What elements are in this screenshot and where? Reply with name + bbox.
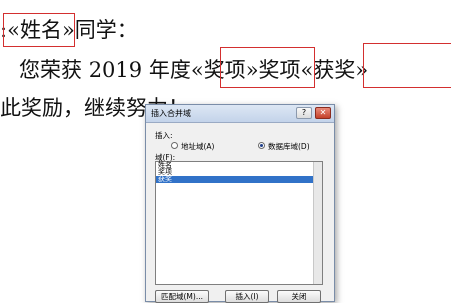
line1-suffix: 同学：	[74, 18, 138, 42]
field-highlight-award-item	[220, 47, 315, 88]
match-fields-button[interactable]: 匹配域(M)...	[155, 290, 209, 303]
close-icon[interactable]: ✕	[315, 107, 331, 119]
field-highlight-name	[3, 13, 75, 47]
list-item-selected[interactable]: 获奖	[156, 176, 322, 183]
insert-button[interactable]: 插入(I)	[225, 290, 269, 303]
document-line-2: 您荣获 2019 年度«奖项»奖项«获奖»	[19, 57, 368, 83]
line2-mid: 年度	[148, 58, 191, 82]
address-field-radio[interactable]	[171, 142, 178, 149]
line2-year: 2019	[88, 58, 143, 82]
list-item[interactable]: 姓名	[156, 162, 322, 169]
field-highlight-award-type	[363, 43, 451, 88]
dialog-titlebar[interactable]: 插入合并域 ? ✕	[146, 105, 334, 123]
dialog-title: 插入合并域	[151, 109, 191, 118]
fields-listbox[interactable]: 姓名 奖项 获奖	[155, 161, 323, 285]
insert-group-label: 插入:	[155, 131, 173, 140]
line2-start: 您荣获	[19, 58, 82, 82]
address-field-label: 地址域(A)	[181, 142, 215, 151]
listbox-scrollbar[interactable]	[313, 162, 322, 284]
close-button[interactable]: 关闭	[277, 290, 321, 303]
insert-merge-field-dialog: 插入合并域 ? ✕ 插入: 地址域(A) 数据库域(D) 域(F): 姓名 奖项…	[145, 104, 335, 303]
database-field-radio[interactable]	[258, 142, 265, 149]
database-field-label: 数据库域(D)	[268, 142, 310, 151]
help-button[interactable]: ?	[296, 107, 312, 119]
list-item[interactable]: 奖项	[156, 169, 322, 176]
